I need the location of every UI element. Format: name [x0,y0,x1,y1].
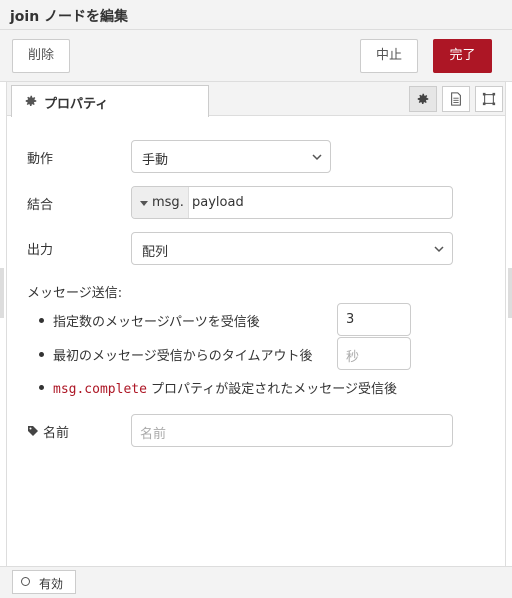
chevron-down-icon [312,154,322,161]
bullet [39,318,44,323]
timeout-placeholder: 秒 [346,350,360,365]
circle-icon [21,577,30,586]
tab-bar: プロパティ [7,82,505,117]
dialog-content: プロパティ 動作 手動 結合 msg. payload 出力 配列 メッセージ送… [6,82,506,566]
tab-properties-label: プロパティ [44,97,109,112]
output-value: 配列 [142,245,169,260]
combine-type-select[interactable]: msg. [132,187,189,218]
frame-icon [482,92,496,106]
tab-appearance[interactable] [475,86,503,112]
complete-line: msg.complete プロパティが設定されたメッセージ受信後 [53,378,397,397]
tag-icon [28,426,38,436]
tab-properties[interactable]: プロパティ [11,85,209,117]
complete-code: msg.complete [53,382,147,397]
name-label: 名前 [43,426,70,441]
dialog-titlebar: join ノードを編集 [0,0,512,30]
combine-value: payload [192,195,244,210]
mode-value: 手動 [142,153,169,168]
chevron-down-icon [434,246,444,253]
gear-icon [417,93,429,104]
combine-type: msg. [152,195,184,210]
name-placeholder: 名前 [140,427,167,442]
dialog-toolbar: 削除 中止 完了 [0,30,512,82]
document-icon [451,92,461,106]
output-select[interactable]: 配列 [131,232,453,265]
tab-settings[interactable] [409,86,437,112]
enable-toggle-button[interactable]: 有効 [12,570,76,594]
mode-select[interactable]: 手動 [131,140,331,173]
done-button[interactable]: 完了 [433,39,492,73]
dialog-footer: 有効 [0,566,512,598]
dialog-title: join ノードを編集 [10,9,129,25]
bullet [39,352,44,357]
count-input[interactable] [337,303,411,336]
complete-label: プロパティが設定されたメッセージ受信後 [146,382,398,397]
caret-down-icon [140,201,148,206]
gear-icon [25,95,37,106]
bullet [39,385,44,390]
resize-handle-left[interactable] [0,268,4,318]
cancel-button[interactable]: 中止 [360,39,418,73]
combine-input[interactable]: msg. payload [131,186,453,219]
output-label: 出力 [27,243,54,258]
combine-label: 結合 [27,198,54,213]
tab-description[interactable] [442,86,470,112]
timeout-input[interactable]: 秒 [337,337,411,370]
name-input[interactable]: 名前 [131,414,453,447]
count-label: 指定数のメッセージパーツを受信後 [53,315,260,330]
delete-button[interactable]: 削除 [12,39,70,73]
enable-label: 有効 [39,577,64,591]
timeout-label: 最初のメッセージ受信からのタイムアウト後 [53,349,313,364]
resize-handle-right[interactable] [508,268,512,318]
mode-label: 動作 [27,152,54,167]
send-heading: メッセージ送信: [27,286,123,301]
